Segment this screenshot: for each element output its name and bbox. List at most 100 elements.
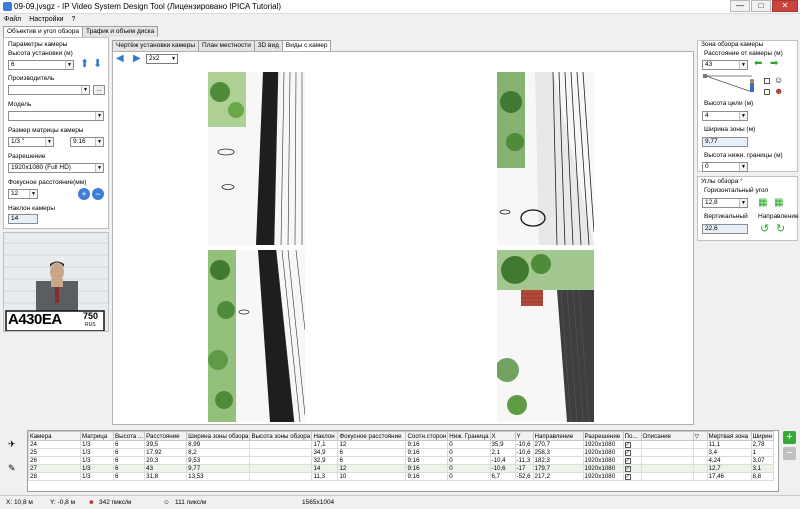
arrow-right-icon[interactable]: ➡	[770, 59, 778, 69]
distance-select[interactable]: 43 ▼	[702, 60, 748, 70]
arrow-down-icon[interactable]: ⬇	[93, 59, 102, 70]
column-header[interactable]: Соотн.сторон	[405, 431, 449, 441]
tab-camera-views[interactable]: Виды с камер	[281, 40, 332, 51]
camera-view-2[interactable]	[497, 72, 594, 245]
aspect-select[interactable]: 9:16 ▼	[70, 137, 104, 147]
focal-select[interactable]: 12 ▼	[8, 189, 38, 199]
tab-3d-view[interactable]: 3D вид	[253, 40, 283, 51]
browse-button[interactable]: ...	[93, 85, 105, 95]
chevron-down-icon: ▼	[29, 190, 37, 198]
layout-select[interactable]: 2x2 ▼	[146, 54, 178, 64]
column-header[interactable]: Матрица	[80, 431, 114, 441]
column-header[interactable]: Ширин	[750, 431, 774, 441]
manufacturer-label: Производитель	[8, 75, 55, 82]
model-select[interactable]: ▼	[8, 111, 104, 121]
camera-view-1[interactable]	[208, 72, 305, 245]
chevron-down-icon: ▼	[45, 138, 53, 146]
column-header[interactable]: X	[489, 431, 516, 441]
zoom-in-icon[interactable]: +	[78, 188, 90, 200]
column-header[interactable]: По...	[622, 431, 642, 441]
menu-settings[interactable]: Настройки	[29, 14, 63, 25]
table-row[interactable]: 27 1/3 6 43 9,77 14 12 9:16 0 -10,6 -17 179,7 1920x1…	[28, 464, 774, 473]
window-title: 09-09.jvsgz - IP Video System Design Too…	[14, 2, 282, 11]
grid-zoom-in-icon[interactable]: ▦	[758, 197, 767, 208]
table-cell: 9,53	[186, 456, 251, 465]
aspect-value: 9:16	[73, 138, 86, 145]
minimize-button[interactable]: —	[730, 0, 750, 12]
matrix-select[interactable]: 1/3 " ▼	[8, 137, 54, 147]
column-header[interactable]: Направление	[532, 431, 584, 441]
row-checkbox[interactable]: ✓	[622, 472, 642, 481]
tab-lens-angle[interactable]: Объектив и угол обзора	[3, 26, 83, 37]
column-header[interactable]: Ширина зоны обзора	[186, 431, 251, 441]
column-header[interactable]: Ниж. Граница	[447, 431, 491, 441]
camera-tool-icon[interactable]: ✈	[8, 439, 16, 450]
tilt-field[interactable]: 14	[8, 214, 38, 224]
horizontal-select[interactable]: 12,8 ▼	[702, 198, 748, 208]
rotate-left-icon[interactable]: ↺	[760, 222, 769, 235]
column-header[interactable]: Y	[514, 431, 534, 441]
cameras-table: Камера Матрица Высота ... Расстояние Шир…	[27, 430, 779, 492]
row-checkbox[interactable]: ✓	[622, 456, 642, 465]
column-header[interactable]: Фокусное расстояние	[337, 431, 407, 441]
checkbox-icon[interactable]: ✓	[624, 466, 631, 472]
edit-tool-icon[interactable]: ✎	[8, 463, 16, 474]
checkbox-icon[interactable]: ✓	[624, 458, 631, 464]
table-cell: 1/3	[80, 440, 114, 449]
tab-traffic-disk[interactable]: Трафик и объем диска	[81, 26, 159, 37]
table-row[interactable]: 26 1/3 6 20,3 9,53 32,9 6 9:16 0 -10,4 -11,3 182,3 1…	[28, 456, 774, 465]
grid-zoom-out-icon[interactable]: ▦	[774, 197, 783, 208]
column-header[interactable]: Расстояние	[144, 431, 188, 441]
row-checkbox[interactable]: ✓	[622, 440, 642, 449]
manufacturer-select[interactable]: ▼	[8, 85, 90, 95]
add-camera-button[interactable]: +	[783, 431, 796, 444]
table-row[interactable]: 28 1/3 6 31,8 13,53 11,3 10 9:16 0 6,7 -52,6 217,2 1…	[28, 472, 774, 481]
arrow-up-icon[interactable]: ⬆	[80, 59, 89, 70]
resolution-select[interactable]: 1920x1080 (Full HD) ▼	[8, 163, 104, 173]
checkbox-icon[interactable]: ✓	[624, 442, 631, 448]
target-type-checkbox-1[interactable]	[764, 78, 770, 84]
zone-width-field[interactable]: 9,77	[702, 137, 748, 147]
arrow-left-icon[interactable]: ⬅	[754, 59, 762, 69]
checkbox-icon[interactable]: ✓	[624, 450, 631, 456]
tab-installation-drawing[interactable]: Чертёж установки камеры	[112, 40, 200, 51]
column-header[interactable]: Мертвая зона	[706, 431, 752, 441]
row-checkbox[interactable]: ✓	[622, 464, 642, 473]
table-cell: 26	[28, 456, 81, 465]
close-button[interactable]: ✕	[772, 0, 798, 12]
next-arrow-icon[interactable]: ▶	[133, 54, 141, 64]
table-row[interactable]: 25 1/3 6 17,92 8,2 34,9 6 9:16 0 2,1 -10,6 258,3 192…	[28, 448, 774, 457]
camera-view-3[interactable]	[208, 250, 305, 422]
status-pixel-density-1: 342 пикс/м	[99, 499, 132, 506]
menu-file[interactable]: Файл	[4, 14, 21, 25]
zoom-out-icon[interactable]: −	[92, 188, 104, 200]
focal-value: 12	[11, 190, 19, 197]
height-select[interactable]: 6 ▼	[8, 60, 74, 70]
lower-bound-select[interactable]: 0 ▼	[702, 162, 748, 172]
target-type-checkbox-2[interactable]	[764, 89, 770, 95]
remove-camera-button[interactable]: −	[783, 447, 796, 460]
status-pixel-density-2: 111 пикс/м	[175, 499, 207, 506]
previous-arrow-icon[interactable]: ◀	[116, 54, 124, 64]
table-row[interactable]: 24 1/3 6 39,5 8,99 17,1 12 9:16 0 35,9 -10,6 270,7 1…	[28, 440, 774, 449]
checkbox-icon[interactable]: ✓	[624, 474, 631, 480]
horizontal-label: Горизонтальный угол	[704, 187, 769, 194]
row-checkbox[interactable]: ✓	[622, 448, 642, 457]
column-header[interactable]: Высота зоны обзора	[249, 431, 313, 441]
table-cell: -11,3	[514, 456, 534, 465]
rotate-right-icon[interactable]: ↻	[776, 222, 785, 235]
vertical-field[interactable]: 22,6	[702, 224, 748, 234]
menu-help[interactable]: ?	[72, 14, 76, 25]
camera-view-4[interactable]	[497, 250, 594, 422]
column-header[interactable]: Наклон	[311, 431, 339, 441]
column-header[interactable]: Высота ...	[112, 431, 146, 441]
table-cell: 6	[112, 456, 146, 465]
target-height-select[interactable]: 4 ▼	[702, 111, 748, 121]
table-side-tools: ✈ ✎	[2, 433, 24, 491]
column-header[interactable]: Камера	[28, 431, 81, 441]
tab-site-plan[interactable]: План местности	[198, 40, 255, 51]
column-header[interactable]: Описание	[640, 431, 694, 441]
column-header[interactable]: Разрешение	[582, 431, 624, 441]
maximize-button[interactable]: □	[751, 0, 771, 12]
filter-icon[interactable]: ▽	[692, 431, 708, 441]
